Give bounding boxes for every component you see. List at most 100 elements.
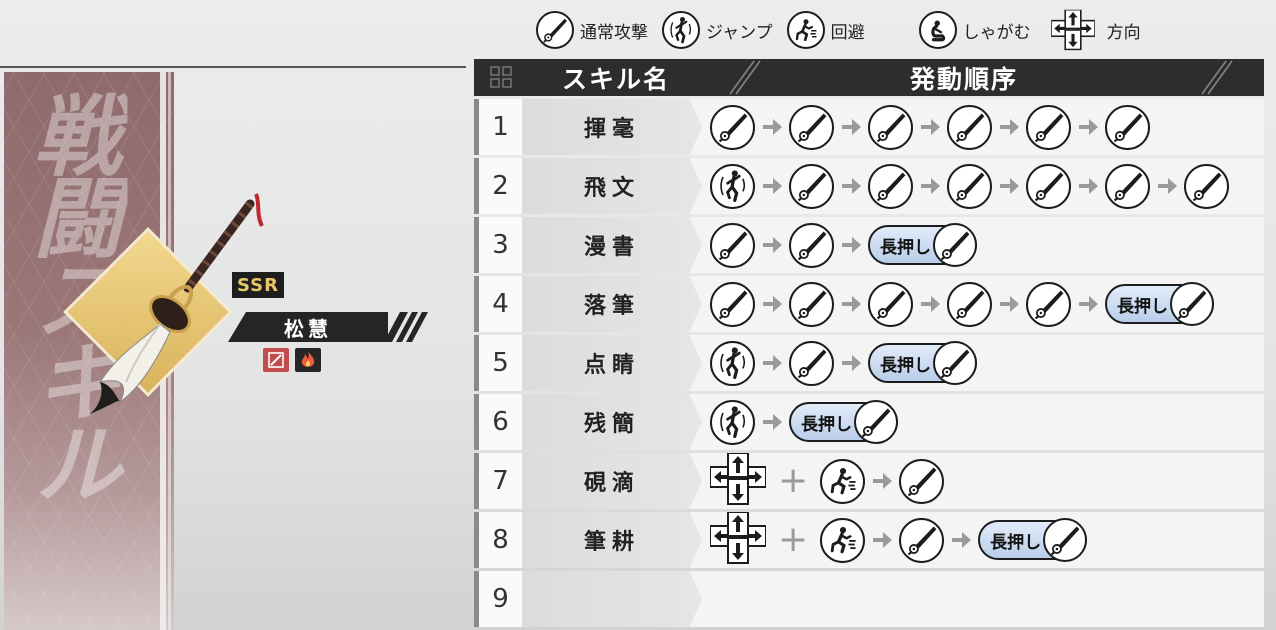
row-number: 4 <box>474 276 522 332</box>
row-number: 3 <box>474 217 522 273</box>
skill-row: 1 揮毫 <box>474 99 1264 155</box>
normal-attack-icon <box>868 163 913 209</box>
input-sequence <box>702 158 1229 214</box>
skill-row: 6 残簡 長押し <box>474 394 1264 450</box>
skill-name: 漫書 <box>522 217 702 273</box>
hold-attack-badge: 長押し <box>868 341 977 385</box>
legend-item: ジャンプ <box>662 11 773 49</box>
normal-attack-icon <box>868 281 913 327</box>
jump-icon <box>662 11 700 49</box>
decorative-slashes <box>384 312 428 342</box>
jump-icon <box>710 340 755 386</box>
normal-attack-icon <box>1026 163 1071 209</box>
input-sequence: + 長押し <box>702 511 1088 568</box>
legend-item: しゃがむ <box>918 11 1031 49</box>
hold-label: 長押し <box>880 237 931 258</box>
normal-attack-icon <box>933 341 977 385</box>
arrow-right-icon <box>763 237 782 253</box>
jump-icon <box>710 399 755 445</box>
arrow-right-icon <box>1000 178 1019 194</box>
hold-label: 長押し <box>1117 296 1168 317</box>
column-header-order: 発動順序 <box>910 64 1019 94</box>
arrow-right-icon <box>1079 296 1098 312</box>
fire-element-icon <box>295 348 321 372</box>
legend-item: 方向 <box>1045 4 1141 56</box>
input-sequence: 長押し <box>702 276 1214 332</box>
direction-pad-icon <box>709 511 767 568</box>
normal-attack-icon <box>710 104 755 150</box>
jump-icon <box>710 163 755 209</box>
arrow-right-icon <box>763 178 782 194</box>
header-divider <box>1201 60 1233 95</box>
skill-row: 3 漫書 長押し <box>474 217 1264 273</box>
arrow-right-icon <box>873 473 893 489</box>
normal-attack-icon <box>1184 163 1229 209</box>
arrow-right-icon <box>873 532 893 548</box>
normal-attack-icon <box>947 104 992 150</box>
normal-attack-icon <box>854 400 898 444</box>
slash-element-icon <box>263 348 289 372</box>
arrow-right-icon <box>1158 178 1177 194</box>
skill-name: 残簡 <box>522 394 702 450</box>
row-number: 9 <box>474 571 522 627</box>
legend-label: 回避 <box>830 22 865 43</box>
normal-attack-icon <box>899 517 945 563</box>
legend-item: 通常攻撃 <box>536 11 648 49</box>
normal-attack-icon <box>947 163 992 209</box>
hold-label: 長押し <box>801 414 852 435</box>
normal-attack-icon <box>1105 163 1150 209</box>
skill-name <box>522 571 702 627</box>
skill-name: 点睛 <box>522 335 702 391</box>
normal-attack-icon <box>710 222 755 268</box>
input-sequence: 長押し <box>702 335 977 391</box>
dodge-icon <box>820 458 866 504</box>
crouch-icon <box>918 11 957 49</box>
normal-attack-icon <box>1043 518 1088 562</box>
table-header: スキル名 発動順序 <box>474 59 1264 96</box>
input-sequence <box>702 571 1264 627</box>
row-number: 7 <box>474 453 522 509</box>
skill-name: 飛文 <box>522 158 702 214</box>
arrow-right-icon <box>842 119 861 135</box>
rarity-badge: SSR <box>232 272 284 298</box>
grid-icon <box>490 66 512 88</box>
row-number: 6 <box>474 394 522 450</box>
plus-icon: + <box>778 519 809 560</box>
skill-name: 筆耕 <box>522 512 702 568</box>
dodge-icon <box>820 517 866 563</box>
normal-attack-icon <box>1105 104 1150 150</box>
normal-attack-icon <box>789 222 834 268</box>
column-header-skill-name: スキル名 <box>562 64 671 94</box>
normal-attack-icon <box>789 104 834 150</box>
arrow-right-icon <box>842 296 861 312</box>
skill-row: 8 筆耕 + 長押し <box>474 511 1264 568</box>
header-divider <box>729 60 761 95</box>
hold-label: 長押し <box>880 355 931 376</box>
weapon-name: 松慧 <box>228 312 388 342</box>
normal-attack-icon <box>933 223 977 267</box>
row-number: 5 <box>474 335 522 391</box>
divider-line <box>0 66 466 68</box>
skill-row: 4 落筆 長押し <box>474 276 1264 332</box>
arrow-right-icon <box>952 532 972 548</box>
legend-label: 通常攻撃 <box>580 22 648 43</box>
arrow-right-icon <box>763 296 782 312</box>
arrow-right-icon <box>842 237 861 253</box>
direction-pad-icon <box>1050 9 1095 51</box>
arrow-right-icon <box>1079 178 1098 194</box>
normal-attack-icon <box>1026 104 1071 150</box>
arrow-right-icon <box>763 355 782 371</box>
arrow-right-icon <box>1000 296 1019 312</box>
skill-name: 硯滴 <box>522 453 702 509</box>
hold-label: 長押し <box>990 532 1042 553</box>
arrow-right-icon <box>1079 119 1098 135</box>
arrow-right-icon <box>921 296 940 312</box>
input-sequence <box>702 99 1150 155</box>
row-number: 1 <box>474 99 522 155</box>
direction-pad-icon <box>709 452 767 509</box>
dodge-icon <box>786 11 825 49</box>
skill-row: 5 点睛 長押し <box>474 335 1264 391</box>
legend-item: 回避 <box>786 11 865 49</box>
row-number: 2 <box>474 158 522 214</box>
skill-name: 落筆 <box>522 276 702 332</box>
